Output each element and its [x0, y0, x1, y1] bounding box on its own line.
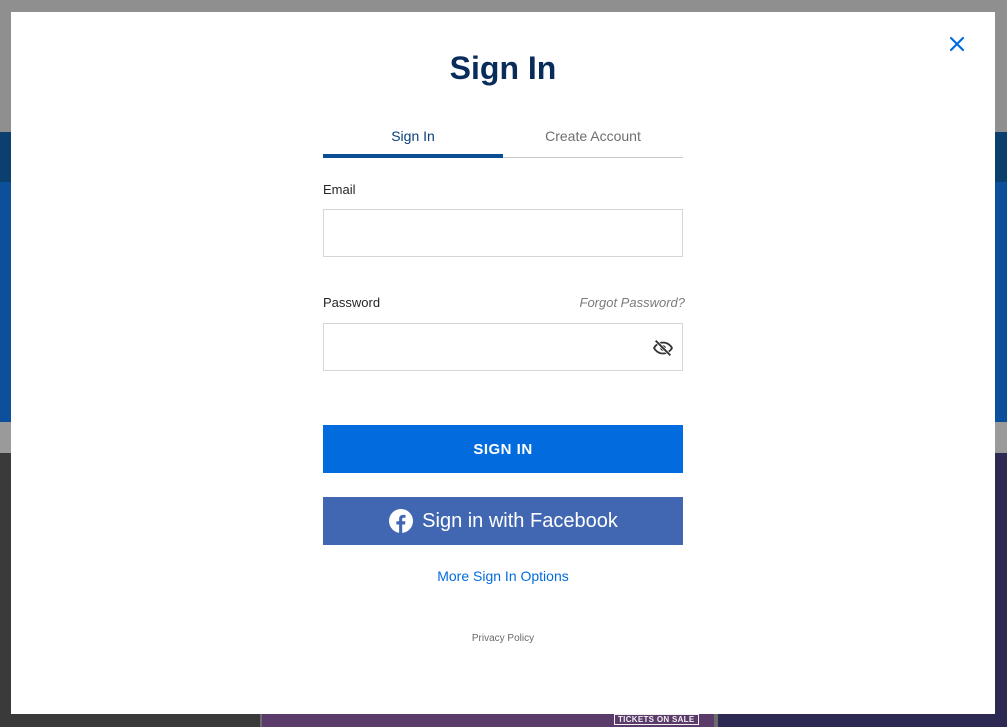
email-field[interactable]: [324, 210, 682, 256]
privacy-policy-link[interactable]: Privacy Policy: [323, 633, 683, 644]
facebook-button-label: Sign in with Facebook: [422, 509, 618, 532]
password-field-wrapper: [323, 323, 683, 371]
page-title: Sign In: [449, 50, 557, 86]
sign-in-button[interactable]: SIGN IN: [323, 425, 683, 473]
forgot-password-link[interactable]: Forgot Password?: [577, 295, 686, 310]
email-field-wrapper: [323, 209, 683, 257]
tickets-on-sale-badge: TICKETS ON SALE: [614, 714, 699, 725]
more-sign-in-options-link[interactable]: More Sign In Options: [323, 568, 683, 584]
password-field[interactable]: [324, 324, 682, 370]
facebook-sign-in-button[interactable]: Sign in with Facebook: [323, 497, 683, 545]
sign-in-modal: Sign In Sign In Create Account Email Pas…: [11, 12, 995, 714]
auth-tabs: Sign In Create Account: [323, 124, 683, 158]
tab-create-account[interactable]: Create Account: [503, 124, 683, 158]
eye-slash-icon[interactable]: [652, 337, 674, 359]
email-label: Email: [323, 182, 356, 197]
tab-sign-in[interactable]: Sign In: [323, 124, 503, 158]
password-label: Password: [323, 295, 381, 310]
facebook-icon: [389, 509, 414, 533]
